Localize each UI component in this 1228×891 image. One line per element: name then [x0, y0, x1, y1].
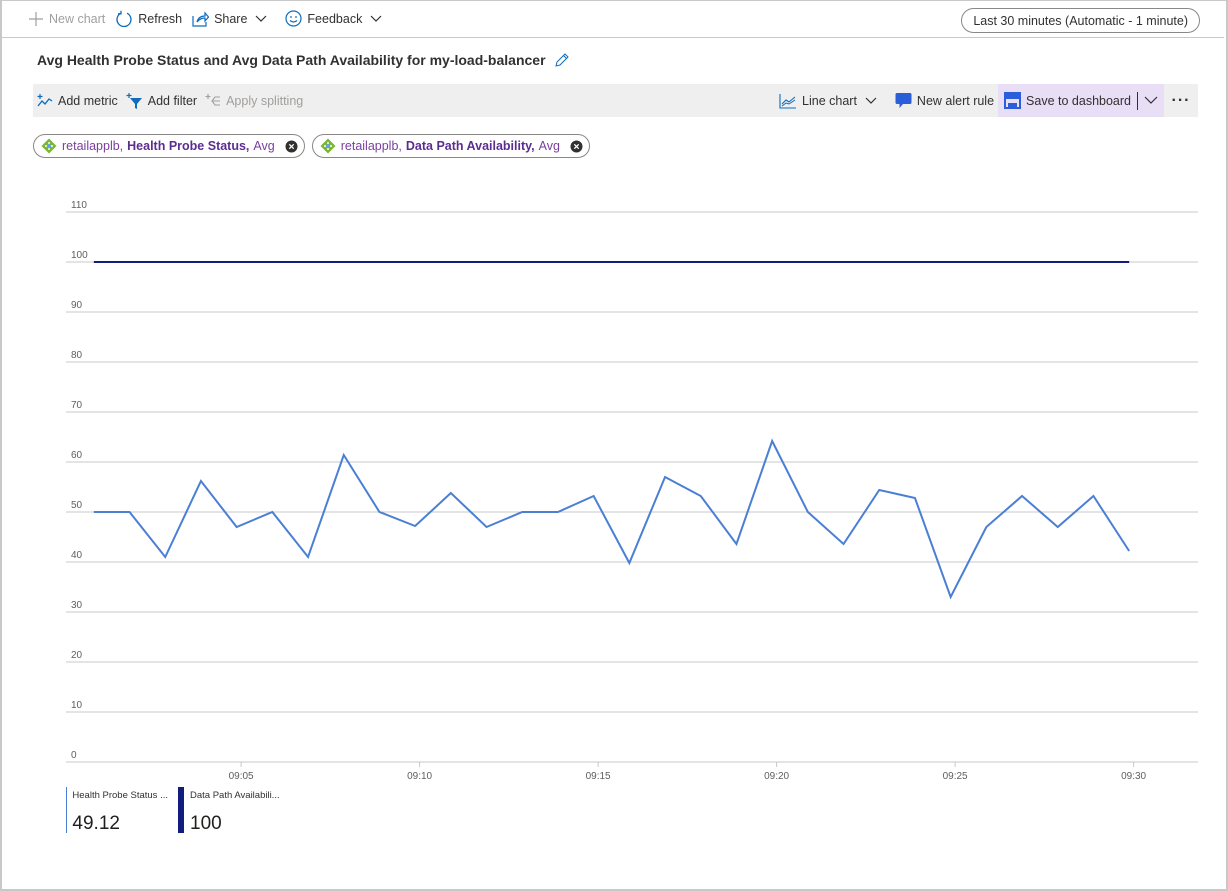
add-metric-label: Add metric: [58, 93, 118, 108]
chip-metric: Data Path Availability,: [405, 139, 535, 153]
smiley-icon: [285, 10, 303, 27]
y-tick-label: 40: [71, 550, 83, 561]
y-tick-label: 70: [71, 400, 83, 411]
split-separator: [1137, 91, 1138, 110]
line-chart[interactable]: 0 10 20 30 40 50 60 70 80 90 100 110 09:05 09:10 09:1…: [0, 190, 1228, 780]
chip-aggregation: Avg: [253, 139, 275, 153]
chevron-down-icon[interactable]: [1144, 96, 1158, 105]
new-alert-rule-button[interactable]: New alert rule: [891, 84, 998, 117]
share-icon: [192, 10, 210, 27]
new-chart-button[interactable]: New chart: [28, 11, 105, 27]
y-tick-label: 50: [71, 500, 83, 511]
pencil-icon[interactable]: [554, 52, 569, 68]
chip-resource: retailapplb,: [340, 139, 402, 153]
share-label: Share: [214, 11, 248, 26]
chart-title: Avg Health Probe Status and Avg Data Pat…: [37, 52, 546, 68]
time-range-picker[interactable]: Last 30 minutes (Automatic - 1 minute): [961, 8, 1200, 33]
y-tick-label: 90: [71, 300, 83, 311]
y-tick-label: 80: [71, 350, 83, 361]
add-metric-button[interactable]: Add metric: [33, 84, 122, 117]
metric-chip[interactable]: retailapplb, Health Probe Status, Avg: [33, 134, 305, 158]
metric-chips: retailapplb, Health Probe Status, Avg re…: [33, 134, 597, 158]
line-chart-icon: [779, 93, 797, 109]
x-tick-label: 09:10: [407, 771, 432, 780]
legend-name: Health Probe Status ...: [72, 790, 168, 801]
top-toolbar: New chart Refresh Share Feedback Last 30…: [2, 0, 1224, 38]
series-line-health-probe-status: [93, 438, 1130, 600]
chip-aggregation: Avg: [538, 139, 560, 153]
legend-item-health-probe[interactable]: Health Probe Status ... 49.12: [66, 787, 168, 835]
chart-legend: Health Probe Status ... 49.12 Data Path …: [66, 787, 290, 835]
y-tick-label: 0: [71, 750, 77, 761]
plus-icon: [29, 11, 43, 26]
y-tick-label: 20: [71, 650, 83, 661]
more-options-button[interactable]: ···: [1164, 92, 1198, 110]
new-chart-label: New chart: [49, 11, 106, 26]
splitting-icon: [205, 93, 221, 106]
chart-type-dropdown[interactable]: Line chart: [775, 84, 881, 117]
alert-bubble-icon: [895, 93, 912, 108]
x-tick-label: 09:20: [764, 771, 789, 780]
refresh-icon: [116, 10, 132, 27]
refresh-button[interactable]: Refresh: [115, 10, 182, 28]
load-balancer-icon: [320, 138, 336, 154]
y-tick-label: 60: [71, 450, 83, 461]
chevron-down-icon: [865, 97, 877, 104]
y-tick-label: 110: [71, 200, 87, 211]
x-tick-label: 09:15: [586, 771, 611, 780]
chip-resource: retailapplb,: [62, 139, 124, 153]
apply-splitting-button[interactable]: Apply splitting: [201, 84, 307, 117]
y-tick-label: 100: [71, 250, 88, 261]
load-balancer-icon: [41, 138, 57, 154]
filter-icon: [126, 92, 142, 109]
chart-command-bar: Add metric Add filter Apply splitting Li…: [33, 84, 1198, 117]
refresh-label: Refresh: [138, 11, 183, 26]
legend-item-data-path[interactable]: Data Path Availabili... 100: [178, 787, 280, 835]
close-icon[interactable]: [285, 140, 298, 153]
chevron-down-icon: [255, 15, 267, 22]
add-filter-label: Add filter: [147, 93, 198, 108]
x-tick-label: 09:05: [229, 771, 254, 780]
share-button[interactable]: Share: [192, 10, 267, 27]
close-icon[interactable]: [570, 140, 583, 153]
y-tick-label: 30: [71, 600, 83, 611]
chart-title-row: Avg Health Probe Status and Avg Data Pat…: [37, 52, 569, 68]
legend-value: 49.12: [72, 813, 120, 834]
apply-splitting-label: Apply splitting: [226, 93, 304, 108]
metric-chip[interactable]: retailapplb, Data Path Availability, Avg: [311, 134, 590, 158]
legend-value: 100: [190, 813, 222, 834]
new-alert-rule-label: New alert rule: [916, 93, 995, 108]
feedback-button[interactable]: Feedback: [285, 10, 382, 27]
x-tick-label: 09:25: [943, 771, 968, 780]
add-metric-icon: [37, 93, 53, 106]
legend-color-swatch: [178, 787, 184, 833]
add-filter-button[interactable]: Add filter: [122, 84, 201, 117]
chip-metric: Health Probe Status,: [127, 139, 250, 153]
y-tick-label: 10: [71, 700, 83, 711]
chart-type-label: Line chart: [802, 93, 857, 108]
legend-name: Data Path Availabili...: [190, 790, 280, 801]
save-to-dashboard-group: Save to dashboard: [998, 84, 1164, 117]
save-icon: [1004, 92, 1022, 109]
x-tick-label: 09:30: [1121, 771, 1146, 780]
chevron-down-icon: [370, 15, 382, 22]
feedback-label: Feedback: [307, 11, 363, 26]
save-to-dashboard-label: Save to dashboard: [1026, 93, 1131, 108]
save-to-dashboard-button[interactable]: Save to dashboard: [1004, 84, 1131, 117]
